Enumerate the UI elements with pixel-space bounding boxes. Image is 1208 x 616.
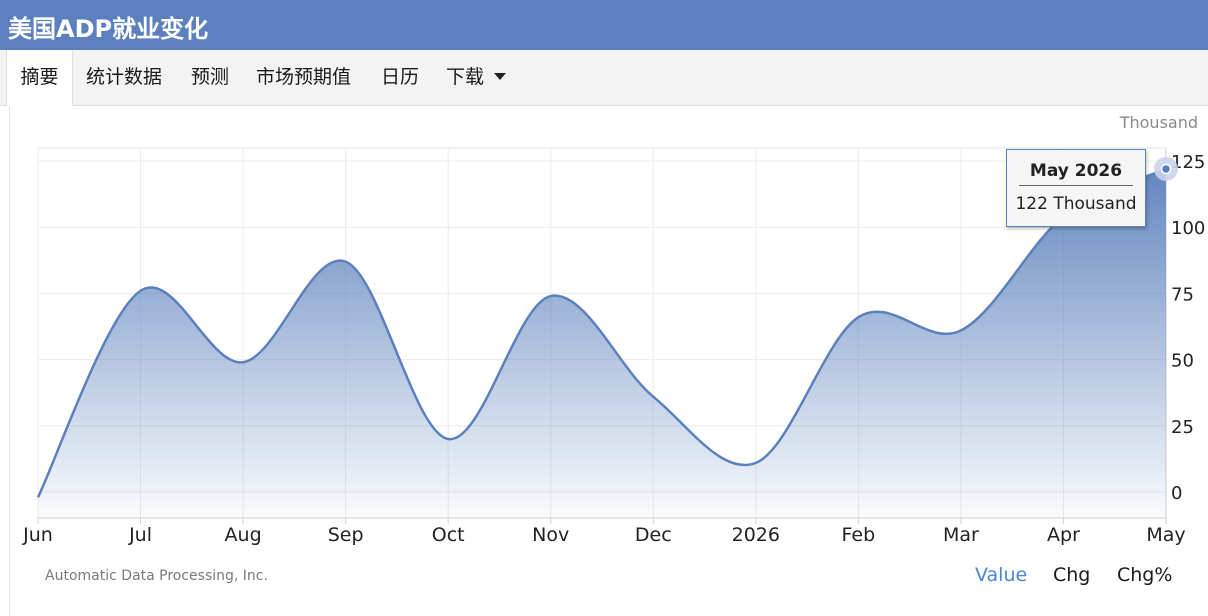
x-tick-label: Nov: [532, 524, 569, 546]
data-point: [139, 290, 141, 292]
data-point: [447, 438, 449, 440]
y-tick-label: 75: [1171, 284, 1194, 305]
tooltip-divider: [1019, 185, 1133, 186]
page-title: 美国ADP就业变化: [8, 15, 209, 43]
x-tick-label: Mar: [943, 524, 979, 546]
tooltip-date: May 2026: [1029, 161, 1123, 181]
y-tick-label: 25: [1171, 417, 1194, 438]
tab-forecast-label: 预测: [191, 66, 230, 88]
x-tick-label: Jun: [22, 524, 53, 546]
source-label: Automatic Data Processing, Inc.: [45, 568, 268, 584]
tab-forecast[interactable]: 预测: [191, 50, 229, 105]
x-tick-label: Apr: [1047, 524, 1080, 546]
data-point: [857, 316, 859, 318]
tab-summary[interactable]: 摘要: [6, 50, 73, 106]
mode-value-button[interactable]: Value: [975, 564, 1027, 586]
data-point: [242, 361, 244, 363]
tab-bar: 摘要 统计数据 预测 市场预期值 日历 下载: [0, 50, 1208, 106]
tab-download-label: 下载: [446, 66, 485, 88]
x-tick-label: Sep: [328, 524, 364, 546]
y-tick-label: 50: [1171, 351, 1194, 372]
data-point: [37, 496, 39, 498]
tab-calendar-label: 日历: [381, 66, 420, 88]
data-point: [652, 395, 654, 397]
chevron-down-icon: [494, 72, 507, 80]
y-tick-label: 0: [1171, 483, 1182, 504]
x-tick-label: Dec: [635, 524, 672, 546]
data-point: [344, 260, 346, 262]
tab-calendar[interactable]: 日历: [381, 50, 419, 105]
tooltip-value: 122 Thousand: [1015, 194, 1137, 214]
data-point: [755, 462, 757, 464]
x-tick-label: Feb: [842, 524, 876, 546]
data-tooltip: May 2026 122 Thousand: [1006, 149, 1146, 227]
tab-statistics-label: 统计数据: [86, 66, 163, 88]
x-tick-label: May: [1146, 524, 1185, 546]
chart-panel: Thousand Jun Jul Aug Sep Oct Nov Dec 2026 Feb Mar…: [0, 106, 1208, 616]
y-tick-label: 100: [1171, 218, 1205, 239]
data-point: [550, 295, 552, 297]
x-tick-label: Oct: [432, 524, 465, 546]
tab-market-consensus-label: 市场预期值: [256, 66, 352, 88]
x-tick-label: Aug: [225, 524, 262, 546]
x-tick-label: Jul: [128, 524, 152, 546]
tab-market-consensus[interactable]: 市场预期值: [256, 50, 351, 105]
series-area: [38, 168, 1166, 518]
x-tick-label: 2026: [732, 524, 780, 546]
tab-download[interactable]: 下载: [446, 50, 507, 105]
data-point: [960, 329, 962, 331]
highlight-point: [1160, 163, 1172, 175]
title-bar: 美国ADP就业变化: [0, 0, 1208, 50]
tab-statistics[interactable]: 统计数据: [86, 50, 162, 105]
tab-summary-label: 摘要: [20, 66, 59, 88]
mode-change-button[interactable]: Chg: [1053, 564, 1090, 586]
mode-change-percent-button[interactable]: Chg%: [1117, 564, 1172, 586]
